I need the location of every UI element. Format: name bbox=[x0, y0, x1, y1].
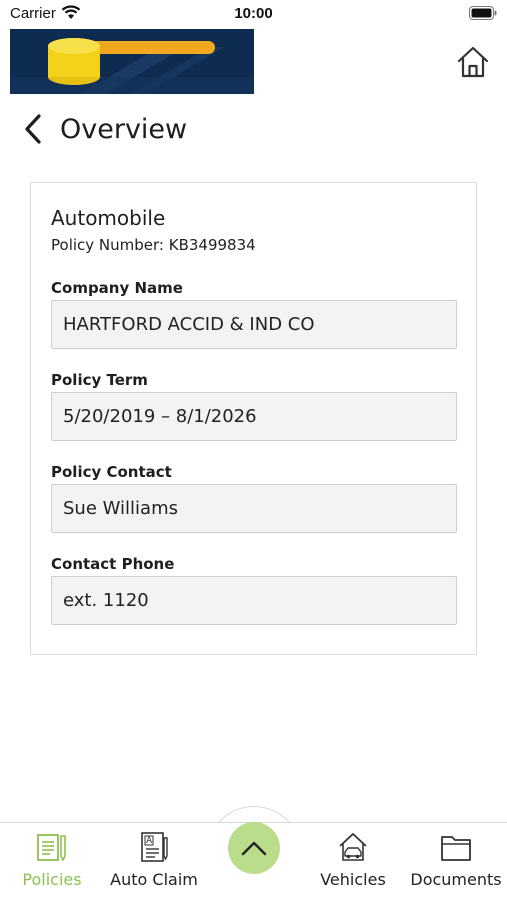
status-bar: Carrier 10:00 bbox=[0, 0, 507, 28]
brand-logo-banner bbox=[10, 29, 254, 94]
auto-claim-icon: A bbox=[141, 832, 168, 862]
page-title: Overview bbox=[60, 113, 188, 145]
nav-item-policies[interactable]: Policies bbox=[2, 826, 102, 896]
policy-contact-label: Policy Contact bbox=[51, 463, 172, 481]
battery-icon bbox=[469, 6, 497, 20]
nav-item-vehicles[interactable]: Vehicles bbox=[303, 826, 403, 896]
contact-phone-field: ext. 1120 bbox=[51, 576, 457, 625]
home-button[interactable] bbox=[455, 45, 491, 79]
status-time: 10:00 bbox=[234, 5, 273, 22]
chevron-left-icon bbox=[25, 114, 41, 144]
expand-menu-button[interactable] bbox=[228, 822, 280, 874]
nav-label-documents: Documents bbox=[410, 870, 502, 889]
nav-label-policies: Policies bbox=[22, 870, 82, 889]
company-name-field: HARTFORD ACCID & IND CO bbox=[51, 300, 457, 349]
policy-number: Policy Number: KB3499834 bbox=[51, 236, 256, 254]
back-button[interactable] bbox=[22, 111, 50, 147]
policy-term-field: 5/20/2019 – 8/1/2026 bbox=[51, 392, 457, 441]
contact-phone-label: Contact Phone bbox=[51, 555, 175, 573]
page-header: Overview bbox=[22, 108, 187, 150]
gavel-logo-icon bbox=[10, 29, 254, 94]
nav-label-auto-claim: Auto Claim bbox=[110, 870, 198, 889]
vehicles-icon bbox=[339, 833, 367, 861]
policies-icon bbox=[37, 834, 66, 861]
company-name-label: Company Name bbox=[51, 279, 183, 297]
policy-contact-field: Sue Williams bbox=[51, 484, 457, 533]
policy-term-label: Policy Term bbox=[51, 371, 148, 389]
home-icon bbox=[457, 46, 489, 78]
nav-item-auto-claim[interactable]: A Auto Claim bbox=[104, 826, 204, 896]
documents-icon bbox=[441, 836, 471, 861]
policy-card: Automobile Policy Number: KB3499834 Comp… bbox=[30, 182, 477, 655]
nav-item-documents[interactable]: Documents bbox=[406, 826, 506, 896]
policy-type: Automobile bbox=[51, 206, 166, 230]
chevron-up-icon bbox=[241, 841, 267, 856]
nav-label-vehicles: Vehicles bbox=[320, 870, 386, 889]
